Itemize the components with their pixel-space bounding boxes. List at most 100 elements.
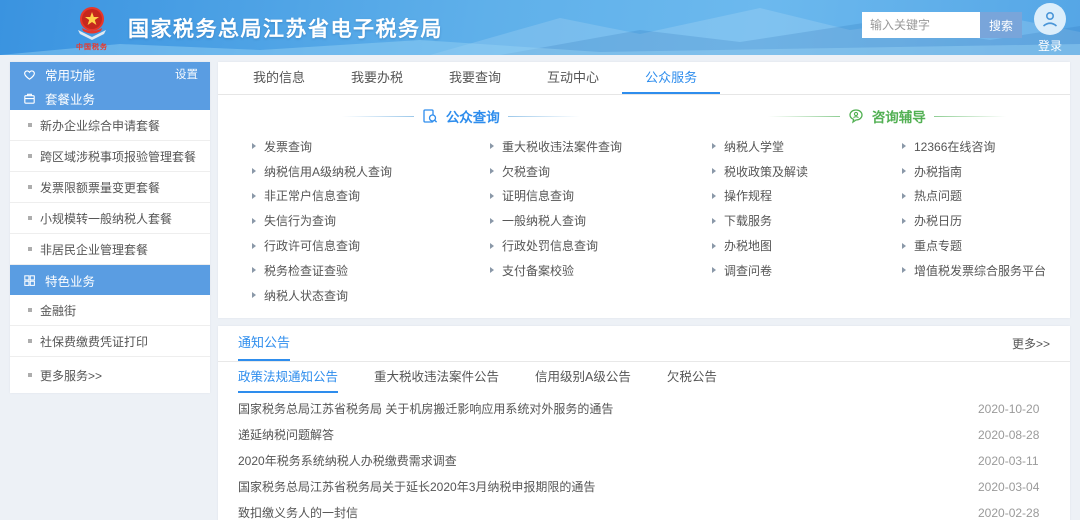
query-link[interactable]: 税务检查证查验 bbox=[252, 258, 490, 283]
tab-public-services[interactable]: 公众服务 bbox=[622, 62, 720, 94]
sidebar-section-special-business[interactable]: 特色业务 bbox=[10, 265, 210, 295]
arrow-icon bbox=[490, 193, 494, 199]
query-link[interactable]: 非正常户信息查询 bbox=[252, 184, 490, 209]
consult-link[interactable]: 12366在线咨询 bbox=[902, 134, 1070, 159]
notice-row: 2020年税务系统纳税人办税缴费需求调查 2020-03-11 bbox=[238, 448, 1050, 474]
arrow-icon bbox=[490, 267, 494, 273]
heart-icon bbox=[22, 67, 37, 82]
sidebar-item[interactable]: 发票限额票量变更套餐 bbox=[10, 172, 210, 203]
user-avatar-icon[interactable] bbox=[1034, 3, 1066, 35]
subtab-policy-notices[interactable]: 政策法规通知公告 bbox=[238, 362, 338, 393]
consult-link[interactable]: 办税指南 bbox=[902, 159, 1070, 184]
search-input[interactable] bbox=[862, 12, 980, 38]
query-column-1: 发票查询 纳税信用A级纳税人查询 非正常户信息查询 失信行为查询 行政许可信息查… bbox=[252, 134, 490, 308]
sidebar-item[interactable]: 非居民企业管理套餐 bbox=[10, 234, 210, 265]
consult-column-1: 纳税人学堂 税收政策及解读 操作规程 下载服务 办税地图 调查问卷 bbox=[712, 134, 902, 308]
consult-icon bbox=[848, 108, 864, 124]
consult-link[interactable]: 热点问题 bbox=[902, 184, 1070, 209]
arrow-icon bbox=[902, 243, 906, 249]
search-button[interactable]: 搜索 bbox=[980, 12, 1022, 38]
tab-my-info[interactable]: 我的信息 bbox=[230, 62, 328, 94]
consult-link[interactable]: 办税地图 bbox=[712, 233, 902, 258]
sidebar-section-package-business[interactable]: 套餐业务 bbox=[10, 86, 210, 110]
notice-row: 致扣缴义务人的一封信2020-02-28 bbox=[238, 500, 1050, 520]
notices-card: 通知公告 更多>> 政策法规通知公告 重大税收违法案件公告 信用级别A级公告 欠… bbox=[218, 326, 1070, 520]
site-title: 国家税务总局江苏省电子税务局 bbox=[128, 13, 443, 43]
tax-emblem-logo: 中国税务 bbox=[66, 2, 118, 54]
sidebar-item[interactable]: 跨区域涉税事项报验管理套餐 bbox=[10, 141, 210, 172]
consult-link[interactable]: 办税日历 bbox=[902, 208, 1070, 233]
sidebar-item-label[interactable]: 跨区域涉税事项报验管理套餐 bbox=[40, 148, 196, 165]
national-emblem-icon bbox=[72, 4, 112, 44]
arrow-icon bbox=[902, 267, 906, 273]
main-nav-tabs: 我的信息 我要办税 我要查询 互动中心 公众服务 bbox=[218, 62, 1070, 95]
query-link[interactable]: 纳税信用A级纳税人查询 bbox=[252, 159, 490, 184]
subtab-credit-a[interactable]: 信用级别A级公告 bbox=[535, 362, 631, 393]
services-card: 我的信息 我要办税 我要查询 互动中心 公众服务 公众查询 咨询辅导 bbox=[218, 62, 1070, 318]
notice-link[interactable]: 国家税务总局江苏省税务局 关于机房搬迁影响应用系统对外服务的通告 bbox=[238, 400, 958, 417]
arrow-icon bbox=[902, 168, 906, 174]
public-query-title: 公众查询 bbox=[446, 106, 500, 126]
sidebar-item-label[interactable]: 非居民企业管理套餐 bbox=[40, 241, 148, 258]
query-link[interactable]: 支付备案校验 bbox=[490, 258, 712, 283]
sidebar-section-common-functions[interactable]: 常用功能 设置 bbox=[10, 62, 210, 86]
arrow-icon bbox=[252, 143, 256, 149]
arrow-icon bbox=[712, 193, 716, 199]
notice-link[interactable]: 2020年税务系统纳税人办税缴费需求调查 bbox=[238, 452, 958, 469]
consult-link[interactable]: 调查问卷 bbox=[712, 258, 902, 283]
sidebar-item-more-services[interactable]: 更多服务>> bbox=[10, 357, 210, 393]
query-link[interactable]: 欠税查询 bbox=[490, 159, 712, 184]
subtab-tax-arrears[interactable]: 欠税公告 bbox=[667, 362, 717, 393]
notice-link[interactable]: 致扣缴义务人的一封信 bbox=[238, 504, 958, 520]
more-link[interactable]: 更多>> bbox=[1012, 335, 1050, 352]
consult-link[interactable]: 纳税人学堂 bbox=[712, 134, 902, 159]
tab-query[interactable]: 我要查询 bbox=[426, 62, 524, 94]
consult-link[interactable]: 税收政策及解读 bbox=[712, 159, 902, 184]
notice-row: 递延纳税问题解答 2020-08-28 bbox=[238, 422, 1050, 448]
arrow-icon bbox=[712, 168, 716, 174]
public-query-icon bbox=[422, 108, 438, 124]
notice-date: 2020-08-28 bbox=[978, 428, 1050, 442]
bullet-icon bbox=[28, 216, 32, 220]
notice-row: 国家税务总局江苏省税务局 关于机房搬迁影响应用系统对外服务的通告2020-10-… bbox=[238, 396, 1050, 422]
sidebar-item-label[interactable]: 金融街 bbox=[40, 302, 76, 319]
emblem-caption: 中国税务 bbox=[76, 42, 108, 52]
query-link[interactable]: 一般纳税人查询 bbox=[490, 208, 712, 233]
notice-link[interactable]: 递延纳税问题解答 bbox=[238, 426, 958, 443]
sidebar-item-label[interactable]: 更多服务>> bbox=[40, 367, 102, 384]
sidebar-item[interactable]: 新办企业综合申请套餐 bbox=[10, 110, 210, 141]
arrow-icon bbox=[490, 218, 494, 224]
sidebar-item-label[interactable]: 社保费缴费凭证打印 bbox=[40, 333, 148, 350]
tab-tax-handling[interactable]: 我要办税 bbox=[328, 62, 426, 94]
notice-date: 2020-03-04 bbox=[978, 480, 1050, 494]
query-link[interactable]: 行政许可信息查询 bbox=[252, 233, 490, 258]
query-link[interactable]: 证明信息查询 bbox=[490, 184, 712, 209]
query-link[interactable]: 纳税人状态查询 bbox=[252, 283, 490, 308]
tab-interaction-center[interactable]: 互动中心 bbox=[524, 62, 622, 94]
login-link[interactable]: 登录 bbox=[1038, 37, 1062, 54]
sidebar-item[interactable]: 金融街 bbox=[10, 295, 210, 326]
query-link[interactable]: 重大税收违法案件查询 bbox=[490, 134, 712, 159]
query-link[interactable]: 发票查询 bbox=[252, 134, 490, 159]
arrow-icon bbox=[252, 218, 256, 224]
notice-date: 2020-03-11 bbox=[978, 454, 1050, 468]
tab-notices[interactable]: 通知公告 bbox=[238, 325, 290, 361]
sidebar-item[interactable]: 小规模转一般纳税人套餐 bbox=[10, 203, 210, 234]
sidebar-item-label[interactable]: 发票限额票量变更套餐 bbox=[40, 179, 160, 196]
consult-link[interactable]: 重点专题 bbox=[902, 233, 1070, 258]
consult-link[interactable]: 操作规程 bbox=[712, 184, 902, 209]
subtab-major-violation[interactable]: 重大税收违法案件公告 bbox=[374, 362, 499, 393]
divider-line bbox=[768, 116, 840, 117]
consult-link[interactable]: 增值税发票综合服务平台 bbox=[902, 258, 1070, 283]
query-link[interactable]: 行政处罚信息查询 bbox=[490, 233, 712, 258]
notice-link[interactable]: 国家税务总局江苏省税务局关于延长2020年3月纳税申报期限的通告 bbox=[238, 478, 958, 495]
sidebar-item-label[interactable]: 新办企业综合申请套餐 bbox=[40, 117, 160, 134]
sidebar-item[interactable]: 社保费缴费凭证打印 bbox=[10, 326, 210, 357]
divider-line bbox=[342, 116, 414, 117]
divider-line bbox=[508, 116, 580, 117]
sidebar-item-label[interactable]: 小规模转一般纳税人套餐 bbox=[40, 210, 172, 227]
settings-link[interactable]: 设置 bbox=[175, 66, 198, 82]
consult-link[interactable]: 下载服务 bbox=[712, 208, 902, 233]
query-link[interactable]: 失信行为查询 bbox=[252, 208, 490, 233]
consult-title: 咨询辅导 bbox=[872, 106, 926, 126]
